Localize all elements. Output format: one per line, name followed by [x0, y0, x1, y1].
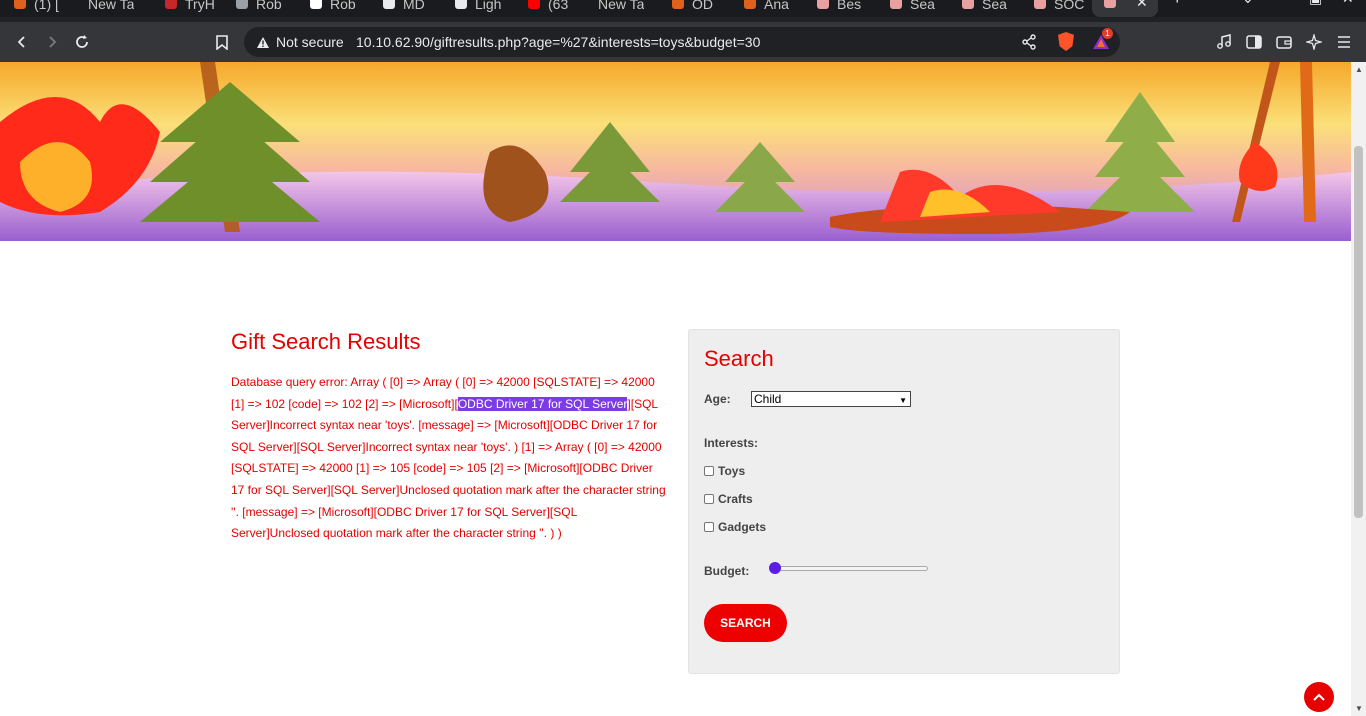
brave-shields-icon[interactable] [1058, 32, 1074, 51]
tab-favicon-icon [890, 0, 902, 9]
search-button[interactable]: SEARCH [704, 604, 787, 642]
tab-active[interactable]: ✕ [1092, 0, 1158, 17]
close-tab-icon[interactable]: ✕ [1136, 0, 1148, 11]
tab[interactable]: Rob [310, 0, 356, 17]
interests-label: Interests: [704, 436, 759, 450]
tab-favicon-icon [962, 0, 974, 9]
scroll-to-top-button[interactable] [1304, 682, 1334, 712]
page-content: Gift Search Results Database query error… [0, 62, 1351, 716]
tab-favicon-icon [817, 0, 829, 9]
tab[interactable]: Sea [962, 0, 1007, 17]
close-window-icon[interactable]: ✕ [1342, 0, 1354, 5]
scroll-down-arrow-icon[interactable]: ▼ [1355, 704, 1363, 713]
tab-strip: (1) [ New Ta TryH Rob Rob MD Ligh (63 Ne… [0, 0, 1366, 17]
share-icon[interactable] [1021, 34, 1037, 55]
selected-text: ODBC Driver 17 for SQL Server [457, 396, 628, 411]
warning-icon [257, 36, 269, 48]
tab[interactable]: Ana [744, 0, 789, 17]
minimize-icon[interactable]: – [1276, 0, 1284, 5]
gadgets-label: Gadgets [718, 520, 767, 534]
scrollbar-thumb[interactable] [1354, 146, 1363, 518]
not-secure-label: Not secure [276, 34, 344, 50]
toolbar: Not secure 10.10.62.90/giftresults.php?a… [0, 22, 1366, 62]
toys-label: Toys [718, 464, 746, 478]
age-label: Age: [704, 392, 731, 406]
address-bar[interactable]: Not secure 10.10.62.90/giftresults.php?a… [244, 27, 1120, 57]
slider-thumb[interactable] [769, 562, 781, 574]
crafts-checkbox[interactable] [704, 494, 714, 504]
menu-icon[interactable] [1333, 31, 1355, 53]
tab-favicon-icon [236, 0, 248, 9]
tab[interactable]: (63 [528, 0, 568, 17]
interest-gadgets[interactable]: Gadgets [704, 520, 766, 534]
bookmark-icon[interactable] [211, 31, 233, 53]
back-icon[interactable] [11, 31, 33, 53]
results-title: Gift Search Results [231, 329, 421, 354]
chevron-down-icon: ▼ [899, 396, 907, 405]
budget-slider[interactable] [769, 562, 928, 574]
tab[interactable]: TryH [165, 0, 215, 17]
tab[interactable]: Bes [817, 0, 861, 17]
tab-favicon-icon [14, 0, 26, 9]
tab-favicon-icon [310, 0, 322, 9]
maximize-icon[interactable]: ▣ [1309, 0, 1322, 5]
scrollbar[interactable]: ▲ ▼ [1351, 62, 1366, 716]
tab-favicon-icon [165, 0, 177, 9]
tab[interactable]: Ligh [455, 0, 501, 17]
tab-favicon-icon [1034, 0, 1046, 9]
tab-favicon-icon [383, 0, 395, 9]
sidebar-icon[interactable] [1243, 31, 1265, 53]
search-panel: Search Age: Child ▼ Interests: Toys Craf… [688, 329, 1120, 674]
error-text-part: ][SQL Server]Incorrect syntax near 'toys… [231, 396, 666, 541]
music-icon[interactable] [1213, 31, 1235, 53]
interest-crafts[interactable]: Crafts [704, 492, 753, 506]
browser-chrome: (1) [ New Ta TryH Rob Rob MD Ligh (63 Ne… [0, 0, 1366, 62]
toys-checkbox[interactable] [704, 466, 714, 476]
interest-toys[interactable]: Toys [704, 464, 745, 478]
tab[interactable]: OD [672, 0, 713, 17]
tab-favicon-icon [1104, 0, 1116, 8]
tab[interactable]: New Ta [598, 0, 644, 17]
gadgets-checkbox[interactable] [704, 522, 714, 532]
tab-list-icon[interactable]: ⌄ [1242, 0, 1254, 5]
slider-track[interactable] [774, 566, 928, 571]
brave-rewards-icon[interactable]: 1 [1092, 28, 1113, 55]
age-select[interactable]: Child ▼ [751, 391, 911, 407]
notification-badge: 1 [1102, 28, 1113, 39]
age-selected-value: Child [754, 392, 782, 406]
youtube-icon [528, 0, 540, 9]
security-indicator[interactable]: Not secure [256, 34, 344, 50]
chevron-up-icon [1313, 693, 1325, 701]
budget-label: Budget: [704, 564, 750, 578]
burning-forest-banner [0, 62, 1351, 241]
leo-ai-icon[interactable] [1303, 31, 1325, 53]
forward-icon[interactable] [41, 31, 63, 53]
reload-icon[interactable] [71, 31, 93, 53]
tab-favicon-icon [672, 0, 684, 9]
search-title: Search [704, 346, 774, 371]
tab[interactable]: New Ta [88, 0, 134, 17]
new-tab-icon[interactable]: + [1172, 0, 1183, 7]
wallet-icon[interactable] [1273, 31, 1295, 53]
tab-favicon-icon [455, 0, 467, 9]
tab-favicon-icon [744, 0, 756, 9]
tab[interactable]: MD [383, 0, 425, 17]
tab[interactable]: (1) [ [14, 0, 59, 17]
tab[interactable]: SOC [1034, 0, 1084, 17]
url-text[interactable]: 10.10.62.90/giftresults.php?age=%27&inte… [356, 34, 760, 50]
scroll-up-arrow-icon[interactable]: ▲ [1355, 65, 1363, 74]
tab[interactable]: Sea [890, 0, 935, 17]
crafts-label: Crafts [718, 492, 753, 506]
results-section: Gift Search Results Database query error… [231, 328, 671, 545]
error-message: Database query error: Array ( [0] => Arr… [231, 372, 667, 545]
tab[interactable]: Rob [236, 0, 282, 17]
